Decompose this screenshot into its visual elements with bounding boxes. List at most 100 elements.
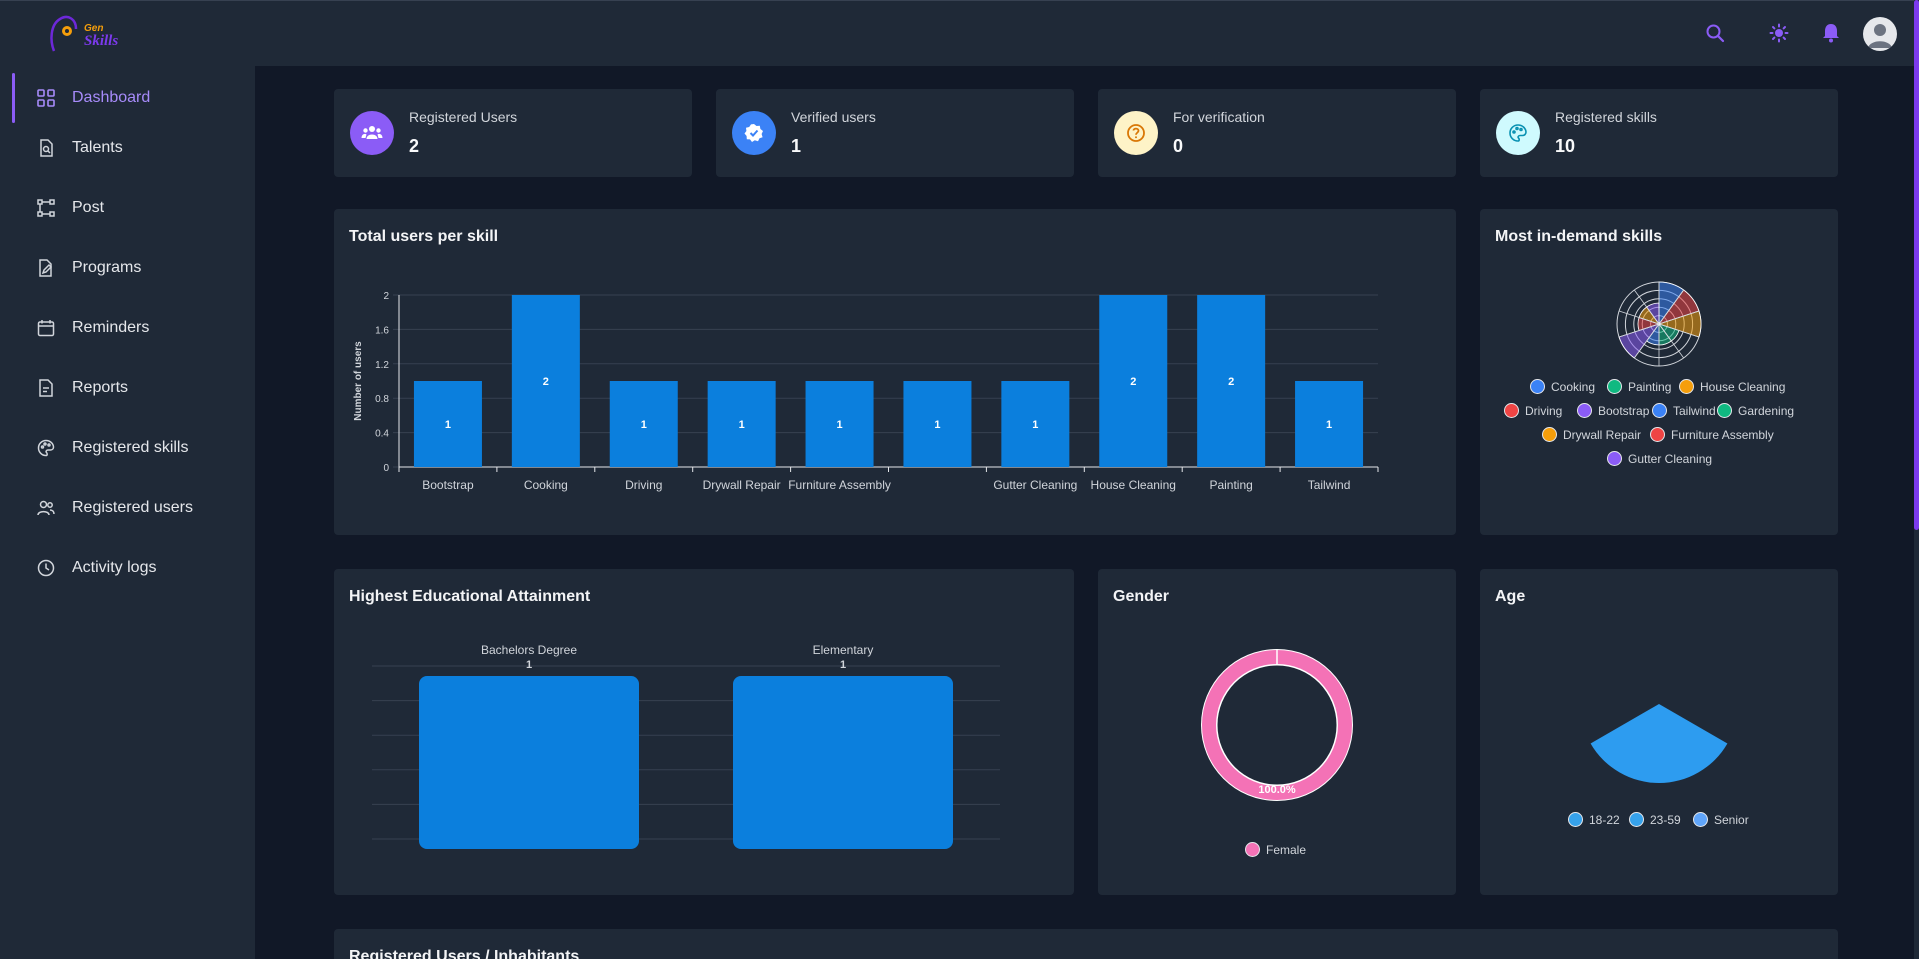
sidebar-item-post[interactable]: Post (0, 183, 255, 233)
sidebar-item-dashboard[interactable]: Dashboard (0, 73, 255, 123)
doughnut-hole (1217, 665, 1337, 785)
legend-item[interactable]: 18-22 (1568, 812, 1620, 827)
slice-value-label: 100.0% (1258, 784, 1296, 796)
legend-item[interactable]: Gutter Cleaning (1607, 451, 1712, 466)
y-tick-label: 0.8 (375, 394, 389, 405)
bar-value-label: 1 (840, 659, 846, 671)
legend-label: House Cleaning (1700, 379, 1786, 394)
legend-item[interactable]: Drywall Repair (1542, 427, 1641, 442)
y-tick-label: 0 (383, 463, 389, 474)
legend-swatch (1629, 812, 1644, 827)
legend-label: Driving (1525, 403, 1563, 418)
report-icon (36, 378, 56, 398)
bar-value-label: 2 (543, 376, 549, 388)
legend-swatch (1679, 379, 1694, 394)
section-title: Registered Users / Inhabitants (349, 948, 580, 959)
y-tick-label: 1.6 (375, 325, 389, 336)
verified-badge-icon (732, 111, 776, 155)
legend-swatch (1650, 427, 1665, 442)
y-axis-label: Number of users (353, 341, 364, 421)
app-logo[interactable]: Gen Skills (44, 9, 134, 59)
legend-label: Female (1266, 842, 1307, 857)
legend-item[interactable]: House Cleaning (1679, 379, 1785, 394)
legend-label: Bootstrap (1598, 403, 1650, 418)
legend-swatch (1652, 403, 1667, 418)
legend-item[interactable]: Driving (1504, 403, 1562, 418)
sidebar-item-programs[interactable]: Programs (0, 243, 255, 293)
bar-category-label: Elementary (813, 643, 874, 657)
legend-swatch (1577, 403, 1592, 418)
legend-swatch (1568, 812, 1583, 827)
bar-value-label: 1 (739, 419, 745, 431)
x-tick-label: Furniture Assembly (788, 478, 891, 492)
y-tick-label: 0.4 (375, 429, 389, 440)
stat-value: 10 (1555, 136, 1576, 156)
legend-item[interactable]: Cooking (1530, 379, 1595, 394)
sidebar-item-label: Registered users (72, 499, 193, 516)
bar-value-label: 1 (1326, 419, 1332, 431)
sidebar-item-registered-skills[interactable]: Registered skills (0, 423, 255, 473)
x-tick-label: Bootstrap (422, 478, 474, 492)
sidebar-item-label: Dashboard (72, 89, 151, 106)
sun-icon[interactable] (1765, 19, 1793, 47)
y-tick-label: 2 (383, 291, 389, 302)
users-icon (36, 498, 56, 518)
logo-head-icon (50, 15, 78, 52)
legend-item[interactable]: 23-59 (1629, 812, 1681, 827)
legend-item[interactable]: Painting (1607, 379, 1671, 394)
search-icon[interactable] (1701, 19, 1729, 47)
users-per-skill-chart: 0 0.4 0.8 1.2 1.6 2 Number of users 1 Bootstrap 2… (353, 291, 1379, 492)
legend-item[interactable]: Female (1245, 842, 1306, 857)
education-card: Highest Educational Attainment Bachelors… (334, 569, 1074, 895)
stat-label: Registered skills (1555, 109, 1657, 125)
legend-swatch (1693, 812, 1708, 827)
question-icon (1114, 111, 1158, 155)
sidebar-item-reports[interactable]: Reports (0, 363, 255, 413)
legend-item[interactable]: Gardening (1717, 403, 1794, 418)
palette-icon (1496, 111, 1540, 155)
in-demand-skills-chart (1616, 281, 1702, 367)
clock-icon (36, 558, 56, 578)
bar (733, 676, 953, 849)
legend-label: Cooking (1551, 379, 1596, 394)
stat-value: 0 (1173, 136, 1184, 156)
user-avatar[interactable] (1863, 17, 1897, 51)
age-card: Age 18-22 23-59 Senior (1480, 569, 1838, 895)
legend-item[interactable]: Bootstrap (1577, 403, 1649, 418)
sidebar-item-label: Post (72, 199, 105, 216)
bar-value-label: 1 (445, 419, 451, 431)
x-tick-label: Tailwind (1308, 478, 1351, 492)
bar-value-label: 1 (1032, 419, 1038, 431)
users-per-skill-card: Total users per skill 0 0.4 0.8 1.2 1.6 2 Numb… (334, 209, 1456, 535)
sidebar-item-activity-logs[interactable]: Activity logs (0, 543, 255, 593)
stat-value: 2 (409, 136, 420, 156)
legend-label: 23-59 (1650, 812, 1681, 827)
y-tick-label: 1.2 (375, 360, 389, 371)
stat-label: For verification (1173, 109, 1265, 125)
sidebar-item-label: Reports (72, 379, 129, 396)
legend-label: Tailwind (1673, 403, 1716, 418)
legend-label: Gutter Cleaning (1628, 451, 1713, 466)
calendar-icon (36, 318, 56, 338)
stat-card-for-verification: For verification 0 (1098, 89, 1456, 177)
palette-icon (36, 438, 56, 458)
legend-item[interactable]: Senior (1693, 812, 1749, 827)
sidebar-item-label: Reminders (72, 319, 150, 336)
scrollbar-thumb[interactable] (1914, 0, 1919, 530)
x-tick-label: Cooking (524, 478, 568, 492)
legend-item[interactable]: Furniture Assembly (1650, 427, 1774, 442)
stat-value: 1 (791, 136, 802, 156)
education-chart: Bachelors Degree 1 Elementary 1 (372, 643, 1000, 849)
grid-icon (36, 88, 56, 108)
legend-swatch (1607, 379, 1622, 394)
sidebar-item-reminders[interactable]: Reminders (0, 303, 255, 353)
nodes-icon (36, 198, 56, 218)
bar-value-label: 2 (1130, 376, 1136, 388)
bell-icon[interactable] (1817, 19, 1845, 47)
age-chart (1590, 704, 1728, 783)
sidebar-item-talents[interactable]: Talents (0, 123, 255, 173)
legend-item[interactable]: Tailwind (1652, 403, 1716, 418)
x-tick-label: Gutter Cleaning (993, 478, 1077, 492)
scrollbar[interactable] (1914, 0, 1919, 959)
sidebar-item-registered-users[interactable]: Registered users (0, 483, 255, 533)
